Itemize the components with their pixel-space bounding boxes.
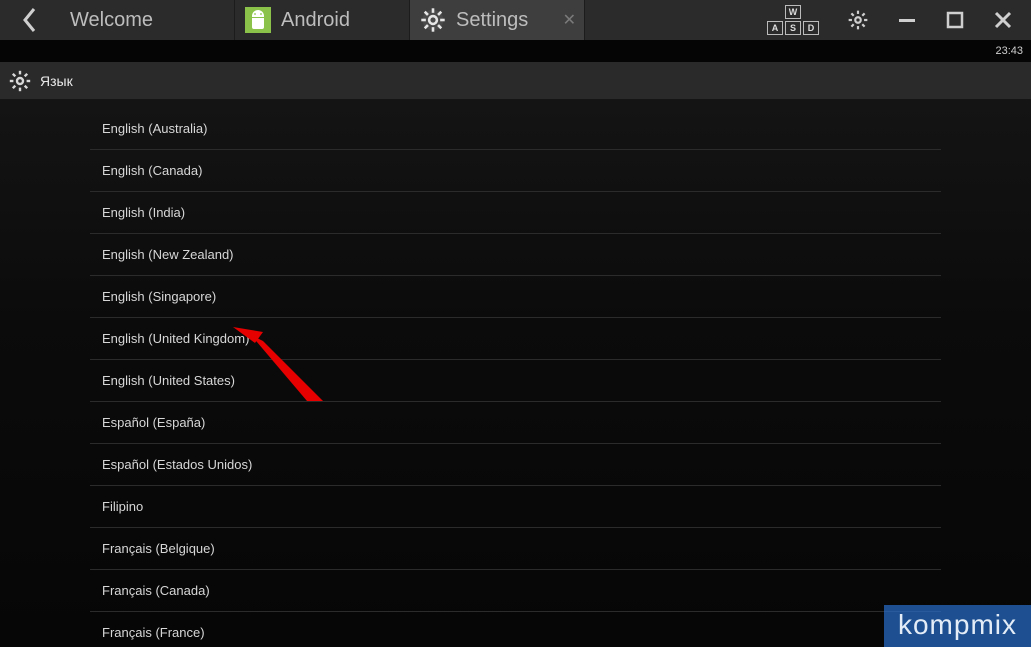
language-label: English (Canada) (102, 163, 202, 178)
minimize-icon (897, 10, 917, 30)
tab-label: Welcome (70, 9, 153, 32)
list-item[interactable]: Français (France) (90, 612, 941, 647)
tab-label: Settings (456, 9, 528, 32)
language-label: English (United States) (102, 373, 235, 388)
language-list: English (Australia) English (Canada) Eng… (90, 108, 941, 647)
content-area: English (Australia) English (Canada) Eng… (0, 100, 1031, 647)
tab-label: Android (281, 9, 350, 32)
list-item[interactable]: Español (España) (90, 402, 941, 444)
list-item[interactable]: English (New Zealand) (90, 234, 941, 276)
close-icon[interactable]: ✕ (563, 10, 576, 30)
list-item[interactable]: Español (Estados Unidos) (90, 444, 941, 486)
minimize-button[interactable] (897, 10, 917, 30)
language-label: English (Singapore) (102, 289, 216, 304)
language-label: Français (Canada) (102, 583, 210, 598)
maximize-icon (945, 10, 965, 30)
language-label: Français (France) (102, 625, 205, 640)
close-icon (993, 10, 1013, 30)
language-label: Español (Estados Unidos) (102, 457, 252, 472)
list-item[interactable]: Français (Belgique) (90, 528, 941, 570)
list-item[interactable]: English (Australia) (90, 108, 941, 150)
language-label: Français (Belgique) (102, 541, 215, 556)
settings-gear-button[interactable] (847, 9, 869, 31)
gear-icon (420, 7, 446, 33)
language-label: English (Australia) (102, 121, 208, 136)
key-w: W (785, 5, 801, 19)
key-s: S (785, 21, 801, 35)
maximize-button[interactable] (945, 10, 965, 30)
page-title: Язык (40, 73, 73, 89)
language-label: English (United Kingdom) (102, 331, 249, 346)
clock: 23:43 (995, 45, 1023, 57)
tab-welcome[interactable]: Welcome (60, 0, 235, 40)
watermark: kompmix (884, 605, 1031, 647)
list-item[interactable]: English (United States) (90, 360, 941, 402)
language-label: English (New Zealand) (102, 247, 234, 262)
list-item[interactable]: Français (Canada) (90, 570, 941, 612)
list-item[interactable]: Filipino (90, 486, 941, 528)
android-icon (245, 7, 271, 33)
gear-icon (8, 69, 32, 93)
language-label: Español (España) (102, 415, 205, 430)
key-d: D (803, 21, 819, 35)
close-window-button[interactable] (993, 10, 1013, 30)
tab-android[interactable]: Android (235, 0, 410, 40)
back-button[interactable] (0, 0, 60, 40)
tab-settings[interactable]: Settings ✕ (410, 0, 585, 40)
language-label: Filipino (102, 499, 143, 514)
window-controls: W A S D (767, 0, 1031, 40)
list-item[interactable]: English (United Kingdom) (90, 318, 941, 360)
window-titlebar: Welcome Android (0, 0, 1031, 40)
settings-subheader: Язык (0, 62, 1031, 100)
titlebar-tabs: Welcome Android (60, 0, 585, 40)
list-item[interactable]: English (Canada) (90, 150, 941, 192)
chevron-left-icon (21, 6, 39, 34)
list-item[interactable]: English (India) (90, 192, 941, 234)
list-item[interactable]: English (Singapore) (90, 276, 941, 318)
android-statusbar: 23:43 (0, 40, 1031, 62)
gear-icon (847, 9, 869, 31)
wasd-keymap-button[interactable]: W A S D (767, 5, 819, 35)
key-a: A (767, 21, 783, 35)
language-label: English (India) (102, 205, 185, 220)
